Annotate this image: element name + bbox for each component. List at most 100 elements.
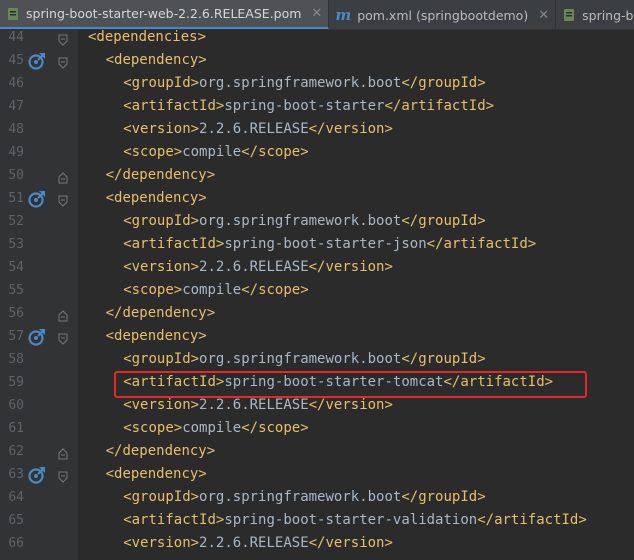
override-marker-icon[interactable] [28, 52, 46, 70]
code-line[interactable]: 46 <groupId>org.springframework.boot</gro… [0, 72, 634, 95]
close-icon[interactable]: ✕ [538, 8, 549, 23]
xml-code[interactable]: <artifactId>spring-boot-starter</artifac… [123, 95, 494, 118]
xml-text-value: spring-boot-starter-json [224, 236, 427, 252]
xml-text-value: compile [182, 144, 242, 160]
code-line[interactable]: 61 <scope>compile</scope> [0, 417, 634, 440]
xml-close-tag: </groupId> [401, 213, 486, 229]
xml-code[interactable]: <groupId>org.springframework.boot</group… [123, 72, 485, 95]
xml-close-tag: </dependency> [105, 167, 216, 183]
fold-close-icon[interactable] [58, 307, 68, 322]
xml-open-tag: <version> [123, 535, 200, 551]
xml-open-tag: <groupId> [123, 351, 200, 367]
line-number: 46 [8, 76, 24, 91]
code-line[interactable]: 64 <groupId>org.springframework.boot</gro… [0, 486, 634, 509]
xml-close-tag: </artifactId> [426, 236, 537, 252]
fold-open-icon[interactable] [58, 31, 68, 46]
code-line[interactable]: 45 <dependency> [0, 49, 634, 72]
xml-close-tag: </scope> [241, 144, 309, 160]
xml-code[interactable]: <groupId>org.springframework.boot</group… [123, 210, 485, 233]
xml-close-tag: </artifactId> [477, 512, 587, 528]
xml-code[interactable]: <version>2.2.6.RELEASE</version> [123, 118, 393, 141]
xml-code[interactable]: <groupId>org.springframework.boot</group… [123, 486, 485, 509]
xml-text-value: org.springframework.boot [199, 75, 402, 91]
code-line[interactable]: 55 <scope>compile</scope> [0, 279, 634, 302]
xml-text-value: org.springframework.boot [199, 351, 402, 367]
xml-open-tag: <dependencies> [88, 29, 207, 45]
fold-open-icon[interactable] [58, 330, 68, 345]
xml-code[interactable]: <dependency> [106, 325, 207, 348]
highlight-annotation-box [114, 371, 587, 398]
line-number: 63 [8, 467, 24, 482]
code-line[interactable]: 62 </dependency> [0, 440, 634, 463]
xml-text-value: 2.2.6.RELEASE [199, 535, 309, 551]
xml-code[interactable]: <scope>compile</scope> [123, 141, 308, 164]
override-marker-icon[interactable] [28, 466, 46, 484]
xml-code[interactable]: <scope>compile</scope> [123, 417, 308, 440]
override-marker-icon[interactable] [28, 190, 46, 208]
fold-open-icon[interactable] [58, 54, 68, 69]
code-line[interactable]: 53 <artifactId>spring-boot-starter-json</… [0, 233, 634, 256]
xml-close-tag: </scope> [241, 282, 309, 298]
xml-open-tag: <dependency> [105, 328, 207, 344]
xml-code[interactable]: <artifactId>spring-boot-starter-json</ar… [123, 233, 536, 256]
pom-file-icon [6, 7, 20, 21]
line-number: 54 [8, 260, 24, 275]
code-line[interactable]: 51 <dependency> [0, 187, 634, 210]
code-line[interactable]: 48 <version>2.2.6.RELEASE</version> [0, 118, 634, 141]
line-number: 53 [8, 237, 24, 252]
line-number: 48 [8, 122, 24, 137]
code-line[interactable]: 54 <version>2.2.6.RELEASE</version> [0, 256, 634, 279]
fold-close-icon[interactable] [58, 169, 68, 184]
code-line[interactable]: 56 </dependency> [0, 302, 634, 325]
xml-code[interactable]: <dependency> [106, 463, 207, 486]
xml-code[interactable]: <dependency> [106, 187, 207, 210]
code-line[interactable]: 58 <groupId>org.springframework.boot</gro… [0, 348, 634, 371]
line-number: 62 [8, 444, 24, 459]
line-number: 51 [8, 191, 24, 206]
line-number: 60 [8, 398, 24, 413]
code-line[interactable]: 49 <scope>compile</scope> [0, 141, 634, 164]
xml-code[interactable]: <groupId>org.springframework.boot</group… [123, 348, 485, 371]
line-number: 49 [8, 145, 24, 160]
xml-close-tag: </groupId> [401, 75, 486, 91]
xml-text-value: 2.2.6.RELEASE [199, 397, 309, 413]
pom-file-icon [562, 8, 576, 22]
xml-code[interactable]: <version>2.2.6.RELEASE</version> [123, 256, 393, 279]
xml-close-tag: </dependency> [105, 443, 216, 459]
fold-close-icon[interactable] [58, 445, 68, 460]
xml-text-value: org.springframework.boot [199, 213, 402, 229]
line-number: 56 [8, 306, 24, 321]
code-line[interactable]: 65 <artifactId>spring-boot-starter-valida… [0, 509, 634, 532]
fold-open-icon[interactable] [58, 192, 68, 207]
xml-open-tag: <groupId> [123, 489, 200, 505]
code-line[interactable]: 57 <dependency> [0, 325, 634, 348]
xml-open-tag: <groupId> [123, 75, 200, 91]
code-line[interactable]: 52 <groupId>org.springframework.boot</gro… [0, 210, 634, 233]
xml-close-tag: </dependency> [105, 305, 216, 321]
xml-code[interactable]: <dependencies> [88, 26, 206, 49]
fold-open-icon[interactable] [58, 468, 68, 483]
xml-open-tag: <groupId> [123, 213, 200, 229]
xml-text-value: 2.2.6.RELEASE [199, 121, 309, 137]
xml-code[interactable]: <artifactId>spring-boot-starter-validati… [123, 509, 587, 532]
tab-label: spring-boot-sta [582, 7, 634, 23]
xml-code[interactable]: </dependency> [106, 164, 216, 187]
override-marker-icon[interactable] [28, 328, 46, 346]
xml-close-tag: </version> [308, 259, 393, 275]
xml-code[interactable]: <dependency> [106, 49, 207, 72]
code-line[interactable]: 47 <artifactId>spring-boot-starter</artif… [0, 95, 634, 118]
close-icon[interactable]: ✕ [311, 6, 322, 21]
code-line[interactable]: 50 </dependency> [0, 164, 634, 187]
xml-close-tag: </version> [308, 397, 393, 413]
xml-code[interactable]: <version>2.2.6.RELEASE</version> [123, 532, 393, 555]
line-number: 65 [8, 513, 24, 528]
line-number: 47 [8, 99, 24, 114]
code-line[interactable]: 63 <dependency> [0, 463, 634, 486]
xml-code[interactable]: <scope>compile</scope> [123, 279, 308, 302]
xml-code[interactable]: </dependency> [106, 440, 216, 463]
xml-code[interactable]: </dependency> [106, 302, 216, 325]
code-line[interactable]: 66 <version>2.2.6.RELEASE</version> [0, 532, 634, 555]
line-number: 44 [8, 30, 24, 45]
code-line[interactable]: 44 <dependencies> [0, 26, 634, 49]
line-number: 66 [8, 536, 24, 551]
